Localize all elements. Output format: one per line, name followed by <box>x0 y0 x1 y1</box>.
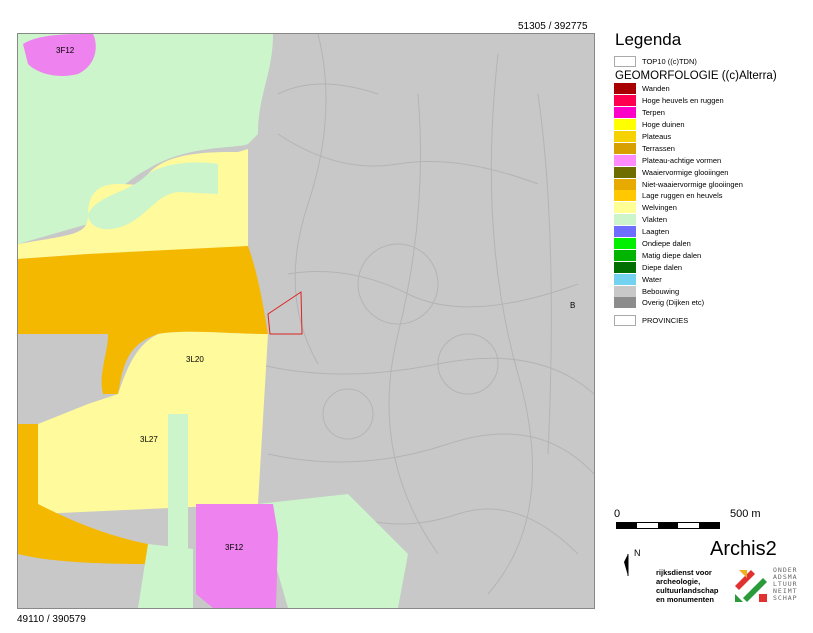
org-line: rijksdienst voor <box>656 568 712 577</box>
geomorphology-map <box>18 34 594 608</box>
legend-label: Hoge duinen <box>642 120 685 130</box>
coord-top-right: 51305 / 392775 <box>518 21 588 32</box>
legend-row: Terpen <box>614 107 813 119</box>
legend-label: Vlakten <box>642 215 668 225</box>
legend-label: Overig (Dijken etc) <box>642 298 705 308</box>
legend-row: Hoge heuvels en ruggen <box>614 95 813 107</box>
scale-start: 0 <box>614 508 621 520</box>
plateau-like-south <box>196 504 278 608</box>
legend-row: Overig (Dijken etc) <box>614 297 813 309</box>
legend-row: Ondiepe dalen <box>614 238 813 250</box>
scale-segments <box>616 522 720 529</box>
org-line: en monumenten <box>656 595 714 604</box>
legend-row: Plateaus <box>614 131 813 143</box>
legend-label: Plateaus <box>642 132 672 141</box>
plain-strip <box>168 414 188 554</box>
legend-row: Diepe dalen <box>614 261 813 273</box>
legend-row: Niet-waaiervormige glooiingen <box>614 178 813 190</box>
org-line: cultuurlandschap <box>656 586 719 595</box>
legend-label: Waaiervormige glooiingen <box>642 167 729 177</box>
legend-swatch <box>614 226 636 238</box>
legend-label: Hoge heuvels en ruggen <box>642 96 724 106</box>
legend-swatch <box>614 131 636 142</box>
legend-row: Vlakten <box>614 214 813 226</box>
legend-row: Hoge duinen <box>614 119 813 131</box>
legend-swatch <box>614 297 636 309</box>
legend-swatch <box>614 166 636 178</box>
legend-swatch <box>614 154 636 166</box>
legend-row: Water <box>614 273 813 285</box>
legend-row: Wanden <box>614 83 813 95</box>
map-label-3l20: 3L20 <box>186 355 204 364</box>
legend-label: Bebouwing <box>642 286 680 296</box>
legend-label: PROVINCIES <box>642 316 689 326</box>
legend-swatch <box>614 214 636 226</box>
legend-label: Matig diepe dalen <box>642 250 702 260</box>
legend-swatch <box>614 273 636 285</box>
legend-row: Laagten <box>614 226 813 238</box>
map-canvas[interactable]: 3F12 3L20 3L27 3F12 B <box>17 33 595 609</box>
rce-logo-icon <box>733 568 769 604</box>
scale-bar: 0 500 m <box>614 508 768 530</box>
map-label-3l27: 3L27 <box>140 435 158 444</box>
organization-name: rijksdienst voor archeologie, cultuurlan… <box>656 568 719 604</box>
legend-label: TOP10 ((c)TDN) <box>642 56 697 66</box>
legend-label: Water <box>642 274 662 284</box>
org-side-line: SCHAP <box>773 594 798 602</box>
legend-provinces: PROVINCIES <box>614 315 813 327</box>
legend-row: Bebouwing <box>614 285 813 297</box>
legend-label: Laagten <box>642 227 670 237</box>
legend-swatch <box>614 83 636 95</box>
legend-swatch <box>614 178 636 190</box>
legend-label: Terrassen <box>642 143 675 153</box>
legend-label: Diepe dalen <box>642 262 683 272</box>
north-label: N <box>634 548 641 558</box>
legend-label: Lage ruggen en heuvels <box>642 191 723 201</box>
legend-row: Lage ruggen en heuvels <box>614 190 813 202</box>
legend-swatch <box>614 107 636 119</box>
legend-swatch <box>614 261 636 273</box>
map-label-3f12-south: 3F12 <box>225 543 244 552</box>
legend-swatch <box>614 95 636 107</box>
geomorphology-title: GEOMORFOLOGIE ((c)Alterra) <box>615 70 777 82</box>
legend-title: Legenda <box>615 30 682 49</box>
coord-bottom-left: 49110 / 390579 <box>17 614 86 625</box>
legend-label: Ondiepe dalen <box>642 239 691 249</box>
legend-swatch <box>614 190 636 202</box>
legend-items: Wanden Hoge heuvels en ruggen Terpen Hoge d… <box>614 83 813 309</box>
legend-row: Plateau-achtige vormen <box>614 154 813 166</box>
legend-label: Welvingen <box>642 203 677 213</box>
map-label-b: B <box>570 301 576 310</box>
legend-swatch <box>614 202 636 214</box>
org-line: archeologie, <box>656 577 701 586</box>
legend-swatch <box>614 142 636 154</box>
north-arrow-icon: N <box>622 548 642 578</box>
legend-top10: TOP10 ((c)TDN) <box>614 54 813 68</box>
scale-end: 500 m <box>730 508 761 520</box>
legend-row: Terrassen <box>614 142 813 154</box>
legend-swatch <box>614 249 636 261</box>
app-title: Archis2 <box>710 538 777 560</box>
legend-swatch <box>614 285 636 297</box>
legend-row: Welvingen <box>614 202 813 214</box>
swatch-top10 <box>614 55 636 67</box>
legend-label: Plateau-achtige vormen <box>642 155 722 165</box>
legend-panel: Legenda TOP10 ((c)TDN) GEOMORFOLOGIE ((c… <box>614 30 813 327</box>
legend-row: Waaiervormige glooiingen <box>614 166 813 178</box>
org-side-text: ONDER ADSMA LTUUR NEIMT SCHAP <box>773 567 798 602</box>
legend-swatch <box>614 238 636 250</box>
legend-label: Niet-waaiervormige glooiingen <box>642 179 743 189</box>
legend-swatch <box>614 119 636 131</box>
legend-row: Matig diepe dalen <box>614 249 813 261</box>
legend-label: Terpen <box>642 108 665 118</box>
map-label-3f12-north: 3F12 <box>56 46 75 55</box>
swatch-provinces <box>614 315 636 327</box>
legend-label: Wanden <box>642 84 670 94</box>
